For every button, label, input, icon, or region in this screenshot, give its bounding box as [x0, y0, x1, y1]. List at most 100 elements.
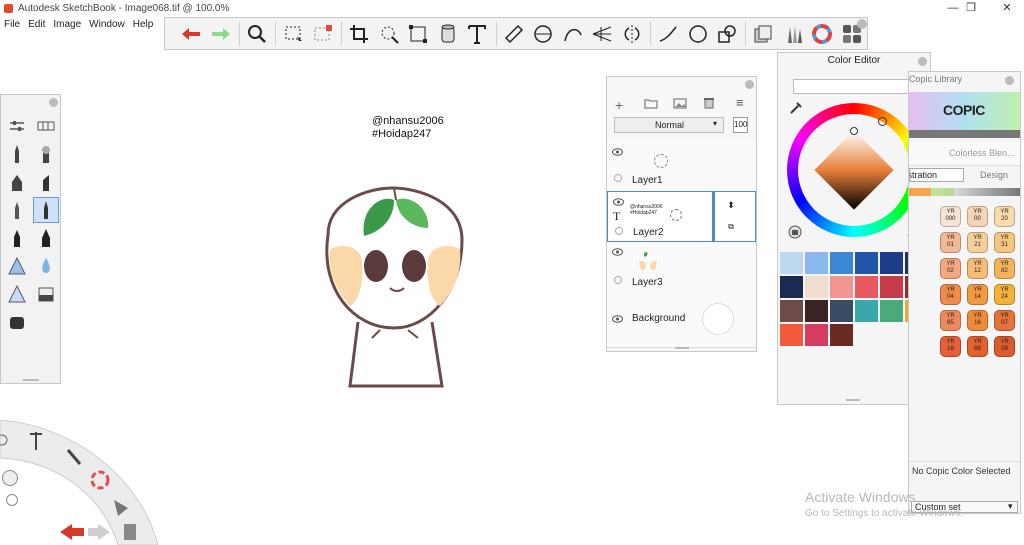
brushes-button[interactable]	[779, 20, 807, 48]
copic-color-chip[interactable]: YR 09	[994, 336, 1015, 357]
symmetry-button[interactable]	[617, 20, 645, 48]
copic-color-chip[interactable]: YR 68	[967, 336, 988, 357]
copic-color-chip[interactable]: YR 18	[940, 336, 961, 357]
layer-row-background[interactable]: Background	[607, 293, 756, 348]
copic-color-chip[interactable]: YR 00	[967, 206, 988, 227]
ink-pen-brush[interactable]	[33, 225, 59, 251]
palette-close-button[interactable]	[49, 98, 58, 107]
crop-select-button[interactable]	[309, 20, 337, 48]
color-swatch[interactable]	[805, 276, 828, 298]
copic-color-chip[interactable]: YR 20	[994, 206, 1015, 227]
color-swatch[interactable]	[830, 300, 853, 322]
stroke-button[interactable]	[654, 20, 682, 48]
sharpen-brush[interactable]	[4, 281, 30, 307]
chisel-marker-brush[interactable]	[33, 169, 59, 195]
copic-color-chip[interactable]: YR 02	[940, 258, 961, 279]
colorless-blender-row[interactable]: Colorless Blen...	[909, 141, 1020, 166]
opacity-value[interactable]: 100	[733, 117, 748, 133]
copy-button[interactable]	[749, 20, 777, 48]
add-layer-icon[interactable]: +	[615, 97, 623, 113]
color-swatch[interactable]	[780, 324, 803, 346]
background-color-swatch[interactable]	[702, 303, 734, 335]
copic-color-chip[interactable]: YR 16	[967, 310, 988, 331]
copic-close-button[interactable]	[1005, 76, 1014, 85]
lasso-button[interactable]	[375, 20, 403, 48]
color-history-icon[interactable]	[788, 225, 802, 239]
text-button[interactable]	[463, 20, 491, 48]
layer-row-layer3[interactable]: Layer3	[607, 242, 756, 294]
redo-button[interactable]	[206, 20, 234, 48]
copic-color-chip[interactable]: YR 14	[967, 284, 988, 305]
undo-button[interactable]	[177, 20, 205, 48]
color-puck[interactable]	[6, 494, 18, 506]
ruler-button[interactable]	[500, 20, 528, 48]
layer-menu-icon[interactable]: ≡	[736, 95, 744, 110]
copic-color-chip[interactable]: YR 01	[940, 232, 961, 253]
color-editor-resize-handle[interactable]	[846, 399, 860, 401]
ballpoint-brush[interactable]	[4, 197, 30, 223]
close-button[interactable]: ✕	[992, 0, 1022, 17]
palette-resize-handle[interactable]	[23, 379, 39, 381]
copic-color-chip[interactable]: YR 000	[940, 206, 961, 227]
color-swatch[interactable]	[780, 300, 803, 322]
smudge-brush[interactable]	[4, 253, 30, 279]
layer-lock-toggle[interactable]	[615, 227, 623, 235]
pencil-brush[interactable]	[4, 141, 30, 167]
color-swatch[interactable]	[805, 300, 828, 322]
hue-picker-handle[interactable]	[878, 117, 887, 126]
color-swatch[interactable]	[855, 252, 878, 274]
copic-color-chip[interactable]: YR 04	[940, 284, 961, 305]
color-wheel-button[interactable]	[808, 20, 836, 48]
tab-design[interactable]: Design	[969, 168, 1019, 182]
brush-settings-button[interactable]	[4, 113, 30, 139]
copic-color-chip[interactable]: YR 21	[967, 232, 988, 253]
menu-file[interactable]: File	[0, 17, 24, 33]
color-swatch[interactable]	[830, 324, 853, 346]
color-editor-close-button[interactable]	[918, 57, 927, 66]
copic-color-chip[interactable]: YR 82	[994, 258, 1015, 279]
transform-button[interactable]	[404, 20, 432, 48]
felt-pen-brush[interactable]	[4, 225, 30, 251]
layer-panel-close-button[interactable]	[745, 80, 754, 89]
layer-move-icon[interactable]: ⬍	[725, 200, 737, 212]
brush-size-puck[interactable]	[2, 470, 18, 486]
color-swatch[interactable]	[805, 252, 828, 274]
eyedropper-icon[interactable]	[789, 101, 803, 115]
fineliner-brush[interactable]	[33, 197, 59, 223]
color-swatch[interactable]	[830, 252, 853, 274]
circle-button[interactable]	[683, 20, 711, 48]
menu-edit[interactable]: Edit	[24, 17, 49, 33]
brush-library-button[interactable]	[33, 113, 59, 139]
blend-mode-dropdown[interactable]: Normal ▾	[614, 117, 724, 133]
eye-icon[interactable]	[612, 248, 623, 256]
color-swatch[interactable]	[805, 324, 828, 346]
zoom-button[interactable]	[243, 20, 271, 48]
layer-row-layer2[interactable]: T @nhansu2006 #Hoidap247 Layer2 ⬍ ⧉	[607, 191, 756, 242]
maximize-button[interactable]: ❒	[956, 0, 986, 17]
copic-color-chip[interactable]: YR 24	[994, 284, 1015, 305]
toolbar-close-button[interactable]	[857, 19, 867, 29]
copic-color-chip[interactable]: YR 12	[967, 258, 988, 279]
hard-eraser-brush[interactable]	[33, 281, 59, 307]
copic-family-strip[interactable]	[909, 188, 1020, 196]
eye-icon[interactable]	[613, 198, 624, 206]
perspective-button[interactable]	[588, 20, 616, 48]
layer-lock-toggle[interactable]	[614, 174, 622, 182]
color-swatch[interactable]	[830, 276, 853, 298]
menu-help[interactable]: Help	[129, 17, 158, 33]
copic-color-chip[interactable]: YR 65	[940, 310, 961, 331]
crop-button[interactable]	[345, 20, 373, 48]
color-swatch[interactable]	[880, 276, 903, 298]
eye-icon[interactable]	[612, 148, 623, 156]
select-button[interactable]	[279, 20, 307, 48]
tab-illustration[interactable]: Illustration	[909, 168, 964, 182]
color-swatch[interactable]	[780, 252, 803, 274]
blur-brush[interactable]	[33, 253, 59, 279]
airbrush-brush[interactable]	[33, 141, 59, 167]
layer-lock-toggle[interactable]	[614, 276, 622, 284]
fill-button[interactable]	[434, 20, 462, 48]
trash-icon[interactable]	[704, 97, 714, 109]
color-swatch[interactable]	[780, 276, 803, 298]
menu-window[interactable]: Window	[85, 17, 129, 33]
layer-row-layer1[interactable]: Layer1	[607, 140, 756, 192]
